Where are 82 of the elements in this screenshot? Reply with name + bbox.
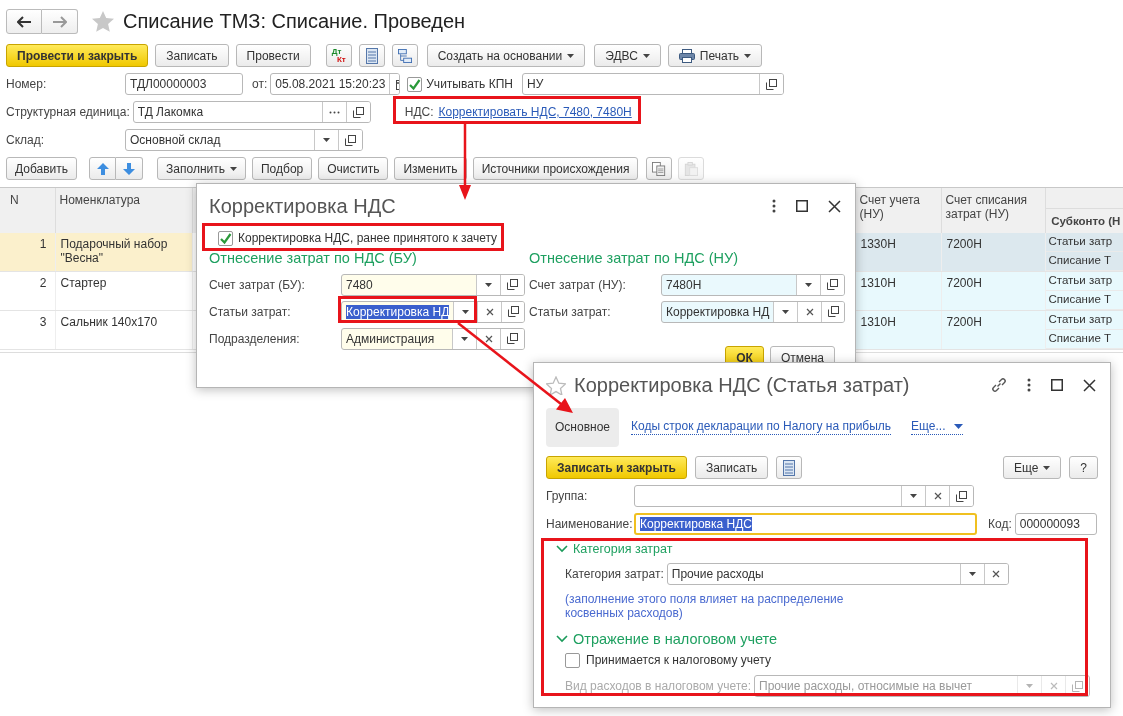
table-cell: 1330Н — [855, 233, 941, 272]
button[interactable]: Записать — [694, 456, 769, 479]
input-field[interactable]: 05.08.2021 15:20:23 — [270, 73, 401, 95]
section-heading: Отнесение затрат по НДС (БУ) — [209, 250, 418, 268]
table-cell: 1310Н — [855, 310, 941, 350]
primary-button[interactable]: Провести и закрыть — [6, 44, 149, 67]
input-field[interactable]: 7480Н — [661, 273, 845, 296]
checkbox-label: Принимается к налоговому учету — [586, 653, 771, 667]
primary-button[interactable]: Записать и закрыть — [546, 456, 687, 479]
button[interactable]: Провести — [235, 44, 311, 67]
column-header: Субконто (Н — [1045, 209, 1123, 233]
table-cell: Списание Т — [1045, 252, 1123, 271]
field-label: Структурная единица: — [6, 105, 130, 119]
button[interactable]: Добавить — [6, 157, 78, 180]
button[interactable]: Записать — [155, 44, 229, 67]
field-label: Подразделения: — [209, 331, 301, 346]
input-field[interactable]: Администрация — [341, 327, 525, 350]
table-cell: Статьи затр — [1045, 311, 1123, 330]
dialog-title: Корректировка НДС — [209, 194, 396, 218]
field-label: от: — [252, 77, 268, 91]
column-header: Счет списания затрат (НУ) — [941, 188, 1045, 233]
button[interactable]: Изменить — [394, 157, 467, 180]
input-field[interactable]: 000000093 — [1014, 513, 1097, 535]
tab[interactable]: Коды строк декларации по Налогу на прибыль — [631, 419, 892, 435]
menu-button[interactable]: Заполнить — [157, 157, 246, 180]
column-header: Номенклатура — [55, 188, 192, 233]
button[interactable]: Подбор — [251, 157, 313, 180]
table-cell: 7200Н — [941, 271, 1045, 311]
field-label: Вид расходов в налоговом учете: — [565, 679, 752, 693]
section-heading: Отнесение затрат по НДС (НУ) — [529, 250, 740, 268]
vat-link[interactable]: Корректировать НДС, 7480, 7480Н — [438, 105, 632, 119]
section-heading: Отражение в налоговом учете — [573, 631, 778, 647]
input-field[interactable]: Основной склад — [125, 129, 363, 151]
input-field[interactable]: ТДЛ00000003 — [125, 73, 243, 95]
column-header: Счет учета (НУ) — [855, 188, 941, 233]
button[interactable]: ? — [1069, 456, 1098, 479]
table-cell: 7200Н — [941, 310, 1045, 350]
menu-button[interactable]: ЭДВС — [594, 44, 661, 67]
input-field[interactable]: НУ — [521, 73, 784, 95]
table-cell: Сальник 140х170 — [55, 310, 192, 350]
table-cell: 1 — [0, 233, 55, 272]
input-field[interactable]: 7480 — [341, 273, 525, 296]
field-label: Счет затрат (НУ): — [529, 277, 627, 292]
field-label: Счет затрат (БУ): — [209, 277, 306, 292]
column-header: N — [0, 188, 55, 233]
table-cell: Списание Т — [1045, 291, 1123, 310]
table-cell: Списание Т — [1045, 330, 1123, 349]
table-cell: 7200Н — [941, 233, 1045, 272]
checkbox-label: Корректировка НДС, ранее принятого к зачету — [238, 231, 498, 245]
field-label: Категория затрат: — [565, 567, 664, 581]
more-menu[interactable]: Еще... — [911, 419, 963, 435]
tab[interactable]: Основное — [546, 407, 619, 447]
button[interactable]: Источники происхождения — [472, 157, 639, 180]
window-title: Списание ТМЗ: Списание. Проведен — [123, 10, 466, 33]
button[interactable]: Очистить — [318, 157, 389, 180]
field-label: Номер: — [6, 77, 48, 91]
field-label: Статьи затрат: — [529, 304, 612, 319]
table-cell: 1310Н — [855, 271, 941, 311]
input-field[interactable]: Корректировка НДС — [634, 513, 977, 535]
dialog-title: Корректировка НДС (Статья затрат) — [574, 373, 910, 397]
table-cell: Подарочный набор "Весна" — [55, 233, 192, 272]
table-cell: Статьи затр — [1045, 233, 1123, 252]
table-cell: 2 — [0, 271, 55, 311]
table-cell: 3 — [0, 310, 55, 350]
field-label: Статьи затрат: — [209, 304, 292, 319]
print-button[interactable]: Печать — [667, 44, 763, 67]
input-field[interactable]: Корректировка НД — [661, 300, 845, 323]
checkbox-label: Учитывать КПН — [426, 77, 513, 91]
hint-text: (заполнение этого поля влияет на распределение косвенных расходов) — [565, 592, 845, 620]
menu-button[interactable]: Создать на основании — [426, 44, 586, 67]
field-label: Наименование: — [546, 517, 631, 531]
debit-credit-button[interactable]: Дт Кт — [325, 44, 352, 67]
field-label: Группа: — [546, 489, 589, 503]
field-label: НДС: — [404, 105, 434, 119]
field-label: Код: — [988, 517, 1012, 531]
table-cell: Стартер — [55, 271, 192, 311]
table-cell: Статьи затр — [1045, 272, 1123, 291]
menu-button[interactable]: Еще — [1002, 456, 1062, 479]
field-label: Склад: — [6, 133, 46, 147]
input-field[interactable]: Прочие расходы — [666, 563, 1009, 585]
section-heading: Категория затрат — [573, 542, 673, 556]
input-field[interactable]: ТД Лакомка — [132, 101, 371, 123]
